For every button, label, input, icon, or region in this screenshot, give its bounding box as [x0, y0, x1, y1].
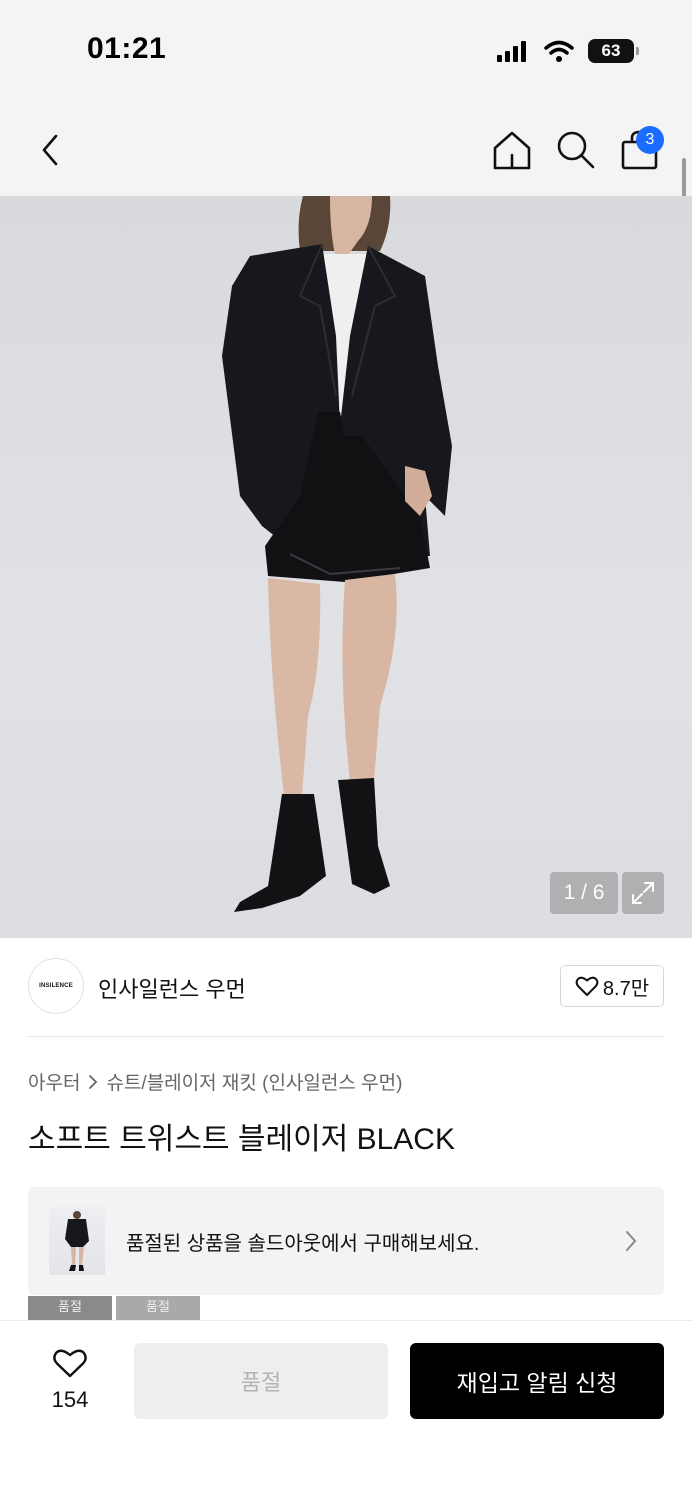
search-icon — [557, 131, 595, 169]
home-button[interactable] — [490, 128, 534, 172]
breadcrumb: 아우터 슈트/블레이저 재킷 (인사일런스 우먼) — [28, 1068, 402, 1095]
expand-image-button[interactable] — [622, 872, 664, 914]
swatch-soldout-label: 품절 — [58, 1299, 82, 1314]
banner-thumbnail — [49, 1207, 105, 1275]
chevron-left-icon — [42, 134, 58, 166]
status-time: 01:21 — [87, 32, 167, 65]
brand-logo-text: INSILENCE — [39, 983, 73, 989]
home-icon — [493, 131, 531, 170]
product-title: 소프트 트위스트 블레이저 BLACK — [28, 1123, 455, 1156]
model-photo — [222, 196, 452, 912]
wifi-icon — [544, 40, 574, 62]
breadcrumb-subcategory[interactable]: 슈트/블레이저 재킷 (인사일런스 우먼) — [106, 1068, 402, 1095]
model-thumbnail — [65, 1211, 89, 1271]
brand-logo[interactable]: INSILENCE — [28, 958, 84, 1014]
chevron-right-icon — [89, 1074, 98, 1089]
cart-count-badge: 3 — [636, 126, 664, 154]
battery-icon: 63 — [588, 39, 639, 63]
cellular-signal-icon — [497, 41, 526, 62]
brand-like-button[interactable]: 8.7만 — [560, 965, 664, 1007]
status-bar: 01:21 63 — [0, 0, 692, 100]
color-swatch[interactable]: 품절 — [116, 1296, 200, 1320]
brand-like-count: 8.7만 — [602, 977, 650, 1000]
status-icons: 63 — [496, 36, 639, 66]
image-counter: 1 / 6 — [550, 872, 618, 914]
soldout-button[interactable]: 품절 — [134, 1343, 388, 1419]
heart-icon — [53, 1349, 87, 1378]
brand-row: INSILENCE 인사일런스 우먼 8.7만 — [28, 958, 664, 1016]
back-button[interactable] — [30, 128, 70, 172]
breadcrumb-category[interactable]: 아우터 — [28, 1068, 80, 1095]
soldout-banner-text: 품절된 상품을 솔드아웃에서 구매해보세요. — [126, 1233, 480, 1255]
brand-name[interactable]: 인사일런스 우먼 — [98, 972, 246, 1004]
expand-icon — [632, 882, 654, 904]
restock-alert-button[interactable]: 재입고 알림 신청 — [410, 1343, 664, 1419]
heart-icon — [575, 976, 599, 996]
like-button[interactable]: 154 — [40, 1347, 100, 1417]
battery-level: 63 — [601, 41, 621, 60]
color-swatch[interactable]: 품절 — [28, 1296, 112, 1320]
top-nav-bar — [0, 100, 692, 196]
divider — [28, 1036, 664, 1037]
product-image[interactable] — [0, 196, 692, 938]
swatch-soldout-label: 품절 — [146, 1299, 170, 1314]
bottom-action-bar: 154 품절 재입고 알림 신청 — [0, 1320, 692, 1500]
soldout-banner[interactable]: 품절된 상품을 솔드아웃에서 구매해보세요. — [28, 1187, 664, 1295]
search-button[interactable] — [554, 128, 598, 172]
like-count: 154 — [51, 1387, 89, 1412]
chevron-right-icon — [626, 1231, 637, 1251]
